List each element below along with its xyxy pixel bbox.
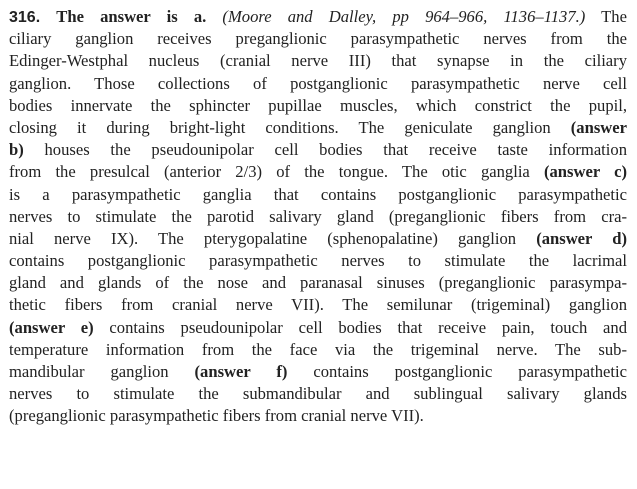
text-run: contains pseudounipolar cell bodies that…	[93, 317, 627, 337]
explanation-body: ciliary ganglion receives preganglionic …	[9, 28, 627, 427]
text-line: (preganglionic parasympathetic fibers fr…	[9, 405, 627, 427]
text-run: temperature information from the face vi…	[9, 339, 627, 359]
text-line: bodies innervate the sphincter pupillae …	[9, 95, 627, 117]
text-line: is a parasympathetic ganglia that contai…	[9, 184, 627, 206]
text-run: Edinger-Westphal nucleus (cranial nerve …	[9, 51, 627, 71]
text-line: contains postganglionic parasympathetic …	[9, 250, 627, 272]
text-run: The	[601, 7, 627, 26]
text-run: from the presulcal (anterior 2/3) of the…	[9, 162, 544, 182]
text-line: closing it during bright-light condition…	[9, 117, 627, 139]
first-line: 316. The answer is a. (Moore and Dalley,…	[9, 6, 627, 28]
answer-label: b)	[9, 140, 24, 160]
text-line: Edinger-Westphal nucleus (cranial nerve …	[9, 50, 627, 72]
text-run: bodies innervate the sphincter pupillae …	[9, 95, 627, 115]
text-line: nerves to stimulate the parotid salivary…	[9, 206, 627, 228]
text-run: thetic fibers from cranial nerve VII). T…	[9, 295, 627, 315]
answer-label: (answer	[570, 117, 627, 137]
answer-label: (answer e)	[9, 317, 94, 337]
text-run: contains postganglionic parasympathetic …	[9, 251, 627, 271]
text-line: nial nerve IX). The pterygopalatine (sph…	[9, 228, 627, 250]
answer-label: (answer c)	[543, 162, 627, 182]
text-run: mandibular ganglion	[9, 362, 195, 381]
text-run: houses the pseudounipolar cell bodies th…	[23, 140, 628, 160]
text-line: b) houses the pseudounipolar cell bodies…	[9, 139, 627, 161]
text-run: nerves to stimulate the submandibular an…	[9, 384, 627, 404]
text-line: (answer e) contains pseudounipolar cell …	[9, 317, 627, 339]
answer-heading: The answer is a.	[56, 7, 207, 26]
text-run: is a parasympathetic ganglia that contai…	[9, 184, 627, 204]
text-line: gland and glands of the nose and paranas…	[9, 272, 627, 294]
text-line: from the presulcal (anterior 2/3) of the…	[9, 161, 627, 183]
text-run: gland and glands of the nose and paranas…	[9, 273, 627, 293]
text-run: closing it during bright-light condition…	[9, 117, 571, 137]
text-run: nial nerve IX). The pterygopalatine (sph…	[9, 228, 537, 248]
answer-label: (answer f)	[194, 362, 288, 381]
question-number: 316.	[9, 9, 41, 26]
text-run: ganglion. Those collections of postgangl…	[9, 73, 627, 93]
text-line: temperature information from the face vi…	[9, 339, 627, 361]
text-line: ciliary ganglion receives preganglionic …	[9, 28, 627, 50]
text-run: (preganglionic parasympathetic fibers fr…	[9, 406, 424, 426]
answer-explanation-page: 316. The answer is a. (Moore and Dalley,…	[0, 0, 637, 489]
answer-label: (answer d)	[536, 228, 627, 248]
text-line: ganglion. Those collections of postgangl…	[9, 73, 627, 95]
text-run: ciliary ganglion receives preganglionic …	[9, 29, 627, 49]
text-run: nerves to stimulate the parotid salivary…	[9, 206, 627, 226]
text-line: thetic fibers from cranial nerve VII). T…	[9, 294, 627, 316]
reference-citation: (Moore and Dalley, pp 964–966, 1136–1137…	[222, 7, 586, 26]
text-run: contains postganglionic parasympathetic	[287, 362, 628, 381]
text-line: mandibular ganglion (answer f) contains …	[9, 361, 627, 383]
text-line: nerves to stimulate the submandibular an…	[9, 383, 627, 405]
